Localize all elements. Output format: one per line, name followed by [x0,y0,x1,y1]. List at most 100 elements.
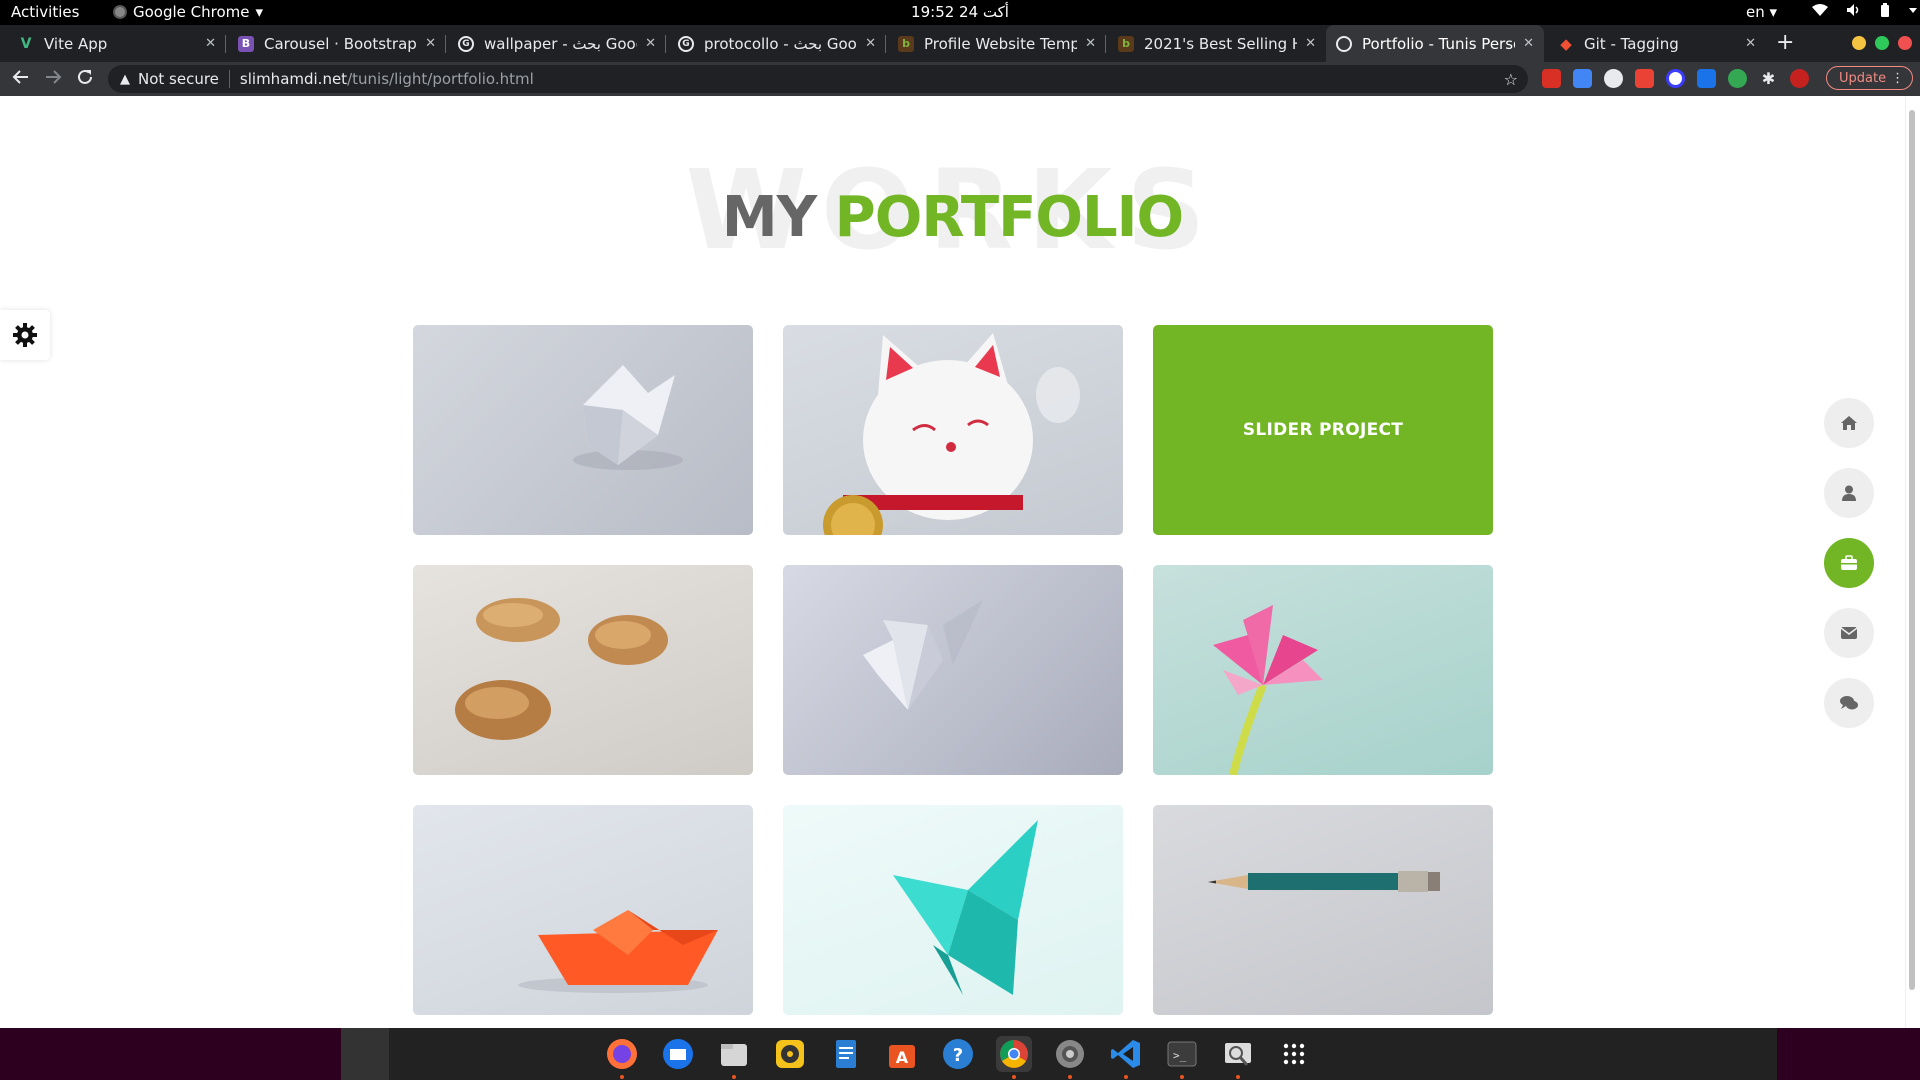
firefox-icon[interactable] [604,1036,640,1079]
nav-about[interactable] [1824,468,1874,518]
tab-wallpaper-search[interactable]: G wallpaper - بحث Goog ✕ [448,25,666,62]
extension-icon[interactable] [1542,69,1561,88]
tab-profile-website[interactable]: b Profile Website Temp ✕ [888,25,1106,62]
google-icon: G [678,35,694,52]
close-icon[interactable]: ✕ [1085,36,1096,51]
maximize-button[interactable] [1875,36,1889,50]
origami-cube-image [573,365,683,470]
origami-flower-image [1213,605,1323,775]
security-label[interactable]: Not secure [138,70,219,88]
minimize-button[interactable] [1852,36,1866,50]
language-indicator[interactable]: en ▾ [1746,3,1777,21]
tab-git-tagging[interactable]: ◆ Git - Tagging ✕ [1548,25,1766,62]
close-icon[interactable]: ✕ [1523,36,1534,51]
portfolio-item[interactable] [413,805,753,1015]
terminal-icon[interactable]: >_ [1164,1036,1200,1079]
git-icon: ◆ [1560,34,1572,53]
wifi-icon [1812,4,1828,16]
tab-title: wallpaper - بحث Goog [484,34,637,53]
portfolio-item[interactable] [1153,805,1493,1015]
software-icon[interactable]: A [884,1036,920,1072]
system-tray[interactable] [1812,3,1918,18]
origami-butterfly-image [863,600,983,710]
extension-icon[interactable] [1635,69,1654,88]
portfolio-item[interactable] [783,565,1123,775]
browser-toolbar: ▲ Not secure slimhamdi.net/tunis/light/p… [0,62,1920,96]
warning-icon[interactable]: ▲ [120,72,130,87]
puzzle-icon[interactable]: ✱ [1759,69,1778,88]
close-icon[interactable]: ✕ [865,36,876,51]
screenshot-icon[interactable] [1220,1036,1256,1079]
scrollbar-thumb[interactable] [1909,110,1915,990]
more-vert-icon[interactable]: ⋮ [1891,67,1904,91]
portfolio-item[interactable] [783,325,1123,535]
portfolio-item[interactable] [783,805,1123,1015]
app-grid-icon[interactable] [1276,1036,1312,1072]
tab-carousel-bootstrap[interactable]: B Carousel · Bootstrap ✕ [228,25,446,62]
settings-icon[interactable] [1052,1036,1088,1079]
portfolio-item[interactable] [413,565,753,775]
nav-blog[interactable] [1824,678,1874,728]
comments-icon [1840,696,1858,710]
address-bar[interactable]: ▲ Not secure slimhamdi.net/tunis/light/p… [108,65,1528,93]
extension-icon[interactable] [1728,69,1747,88]
update-label: Update [1839,71,1887,86]
update-button[interactable]: Update ⋮ [1826,66,1914,91]
page-title-part2: PORTFOLIO [834,185,1184,250]
app-menu[interactable]: Google Chrome ▾ [113,3,263,21]
home-icon [1841,416,1857,430]
tab-title: Portfolio - Tunis Perso [1362,34,1516,53]
tab-title: Git - Tagging [1584,34,1679,53]
page-title-part1: MY [721,185,817,250]
avatar[interactable] [1790,69,1809,88]
chrome-icon[interactable] [996,1036,1032,1079]
bookmark-star-icon[interactable]: ☆ [1504,70,1518,89]
extension-icon[interactable] [1666,69,1685,88]
thunderbird-icon[interactable] [660,1036,696,1072]
clock[interactable]: 19:52 24 أكت [911,3,1009,21]
tab-title: Profile Website Temp [924,34,1078,53]
forward-button[interactable] [44,67,62,91]
portfolio-item[interactable] [1153,565,1493,775]
volume-icon [1847,4,1859,16]
tab-best-selling[interactable]: b 2021's Best Selling H ✕ [1108,25,1326,62]
writer-icon[interactable] [828,1036,864,1072]
arrow-right-icon [46,70,62,84]
vscode-icon[interactable] [1108,1036,1144,1079]
activities-button[interactable]: Activities [11,3,79,21]
svg-text:A: A [896,1048,909,1067]
close-icon[interactable]: ✕ [645,36,656,51]
back-button[interactable] [12,67,30,91]
tab-protocollo-search[interactable]: G protocollo - بحث Goog ✕ [668,25,886,62]
help-icon[interactable]: ? [940,1036,976,1072]
portfolio-item-caption: SLIDER PROJECT [1242,420,1404,440]
window-controls [1852,36,1912,50]
style-switcher-toggle[interactable] [0,310,50,360]
nav-home[interactable] [1824,398,1874,448]
reload-button[interactable] [76,67,94,91]
rhythmbox-icon[interactable] [772,1036,808,1072]
close-icon[interactable]: ✕ [205,36,216,51]
translate-icon[interactable] [1573,69,1592,88]
close-icon[interactable]: ✕ [1745,36,1756,51]
close-icon[interactable]: ✕ [1305,36,1316,51]
url-path: /tunis/light/portfolio.html [347,70,534,88]
tab-vite-app[interactable]: V Vite App ✕ [8,25,226,62]
portfolio-item-hovered[interactable]: SLIDER PROJECT [1153,325,1493,535]
url-text[interactable]: slimhamdi.net/tunis/light/portfolio.html [240,70,534,88]
pencil-image [1208,871,1440,892]
tab-portfolio-tunis[interactable]: Portfolio - Tunis Perso ✕ [1326,25,1544,62]
nav-contact[interactable] [1824,608,1874,658]
close-icon[interactable]: ✕ [425,36,436,51]
extension-icon[interactable] [1604,69,1623,88]
svg-text:>_: >_ [1173,1049,1187,1062]
files-icon[interactable] [716,1036,752,1079]
bootstrap-icon: B [238,35,254,52]
chevron-down-icon [1909,8,1917,13]
gnome-top-bar: Activities Google Chrome ▾ 19:52 24 أكت … [0,0,1920,25]
portfolio-item[interactable] [413,325,753,535]
close-window-button[interactable] [1898,36,1912,50]
extension-icon[interactable] [1697,69,1716,88]
nav-portfolio[interactable] [1824,538,1874,588]
new-tab-button[interactable]: + [1776,30,1794,55]
